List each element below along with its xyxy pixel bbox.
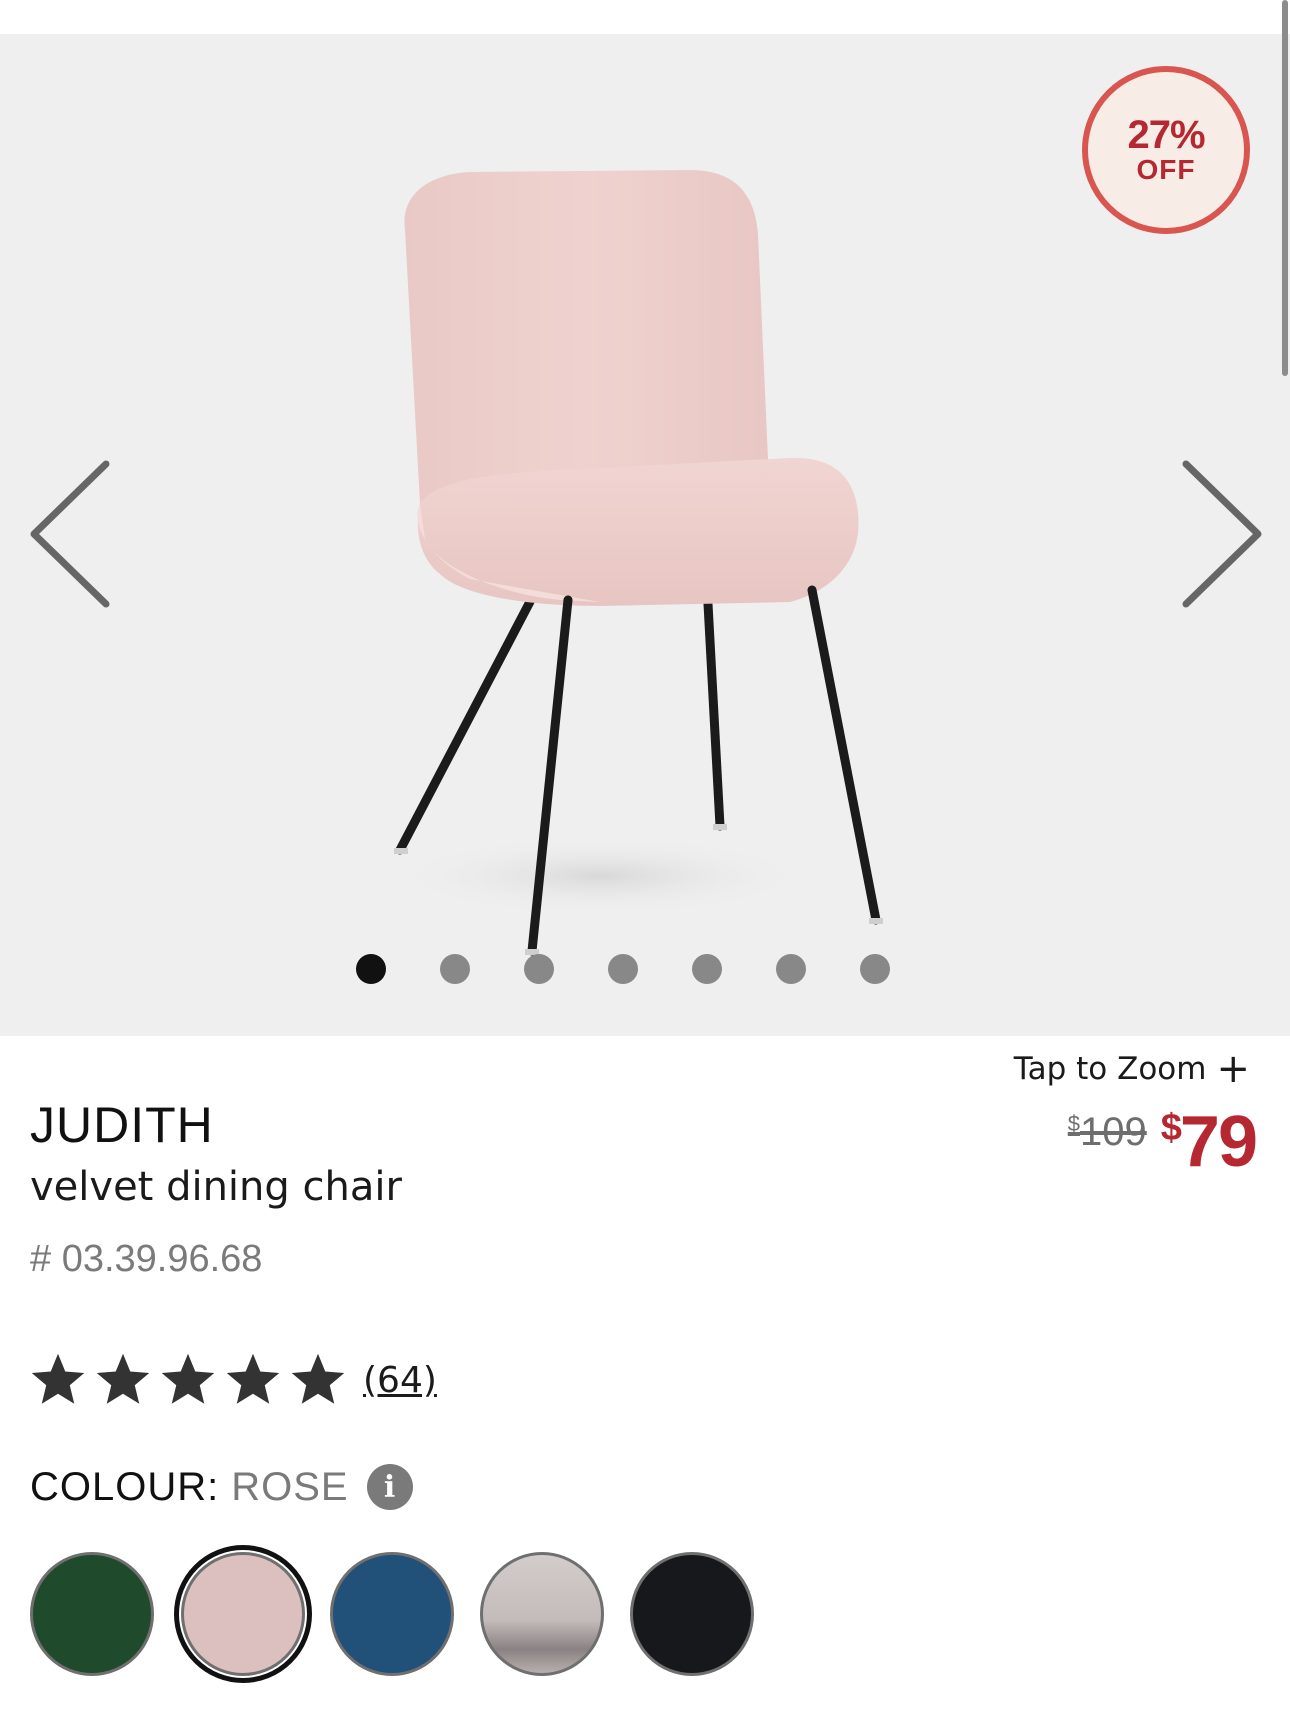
gallery-dot[interactable] (440, 954, 470, 984)
price-block: $109 $79 (1067, 1092, 1258, 1182)
star-icon (96, 1353, 150, 1404)
tap-to-zoom[interactable]: Tap to Zoom + (1014, 1046, 1250, 1092)
gallery-dot[interactable] (524, 954, 554, 984)
gallery-dot[interactable] (692, 954, 722, 984)
swatch-rose[interactable] (181, 1552, 305, 1676)
star-icon (291, 1353, 345, 1404)
original-price: $109 (1067, 1110, 1147, 1154)
discount-badge: 27% OFF (1082, 66, 1250, 234)
tap-to-zoom-label: Tap to Zoom (1013, 1051, 1207, 1087)
gallery-pagination (356, 954, 890, 986)
next-image-arrow-icon[interactable] (1172, 454, 1272, 614)
product-description: velvet dining chair (30, 1164, 402, 1210)
gallery-dot[interactable] (608, 954, 638, 984)
star-icon (31, 1353, 85, 1404)
review-count-link[interactable]: (64) (363, 1360, 437, 1401)
previous-image-arrow-icon[interactable] (20, 454, 120, 614)
discount-percent: 27% (1127, 113, 1205, 157)
star-rating[interactable]: (64) (28, 1350, 437, 1410)
colour-label: COLOUR: (30, 1464, 220, 1509)
swatch-green[interactable] (30, 1552, 154, 1676)
discount-label: OFF (1136, 154, 1196, 185)
swatch-grey[interactable] (480, 1552, 604, 1676)
plus-icon: + (1216, 1046, 1250, 1092)
sale-price: $79 (1160, 1102, 1258, 1182)
gallery-dot[interactable] (356, 954, 386, 984)
gallery-dot[interactable] (860, 954, 890, 984)
top-strip (0, 0, 1290, 34)
product-name: JUDITH (30, 1097, 214, 1153)
selected-colour: ROSE (231, 1464, 349, 1509)
colour-selector-label: COLOUR: ROSE i (30, 1464, 413, 1510)
star-icon (161, 1353, 215, 1404)
star-icon (226, 1353, 280, 1404)
gallery-dot[interactable] (776, 954, 806, 984)
info-icon[interactable]: i (366, 1464, 413, 1510)
product-sku: # 03.39.96.68 (30, 1238, 263, 1280)
product-image-gallery[interactable]: 27% OFF (0, 34, 1290, 1036)
swatch-black[interactable] (630, 1552, 754, 1676)
swatch-blue[interactable] (330, 1552, 454, 1676)
scrollbar[interactable] (1282, 0, 1288, 376)
